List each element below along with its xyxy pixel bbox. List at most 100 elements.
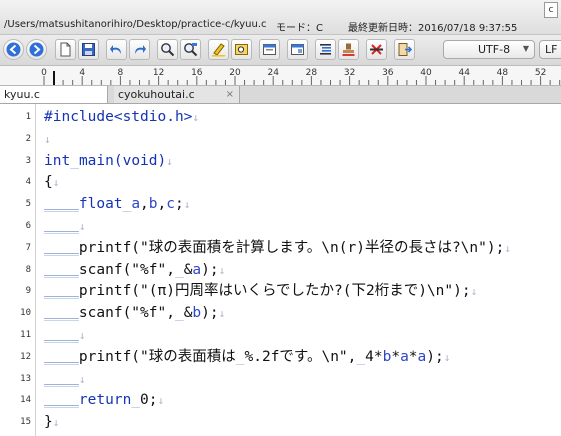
newline-mark: ↓ [218,263,226,277]
code-line[interactable]: ____↓ [44,215,86,237]
undo-button[interactable] [106,39,127,60]
newline-mark: ↓ [52,416,60,430]
tab-cyokuhoutai-c[interactable]: cyokuhoutai.c × [114,86,240,103]
line-number: 11 [20,330,31,340]
code-token: ); [201,261,219,278]
line-number: 2 [25,133,31,144]
code-line[interactable]: }↓ [44,411,59,433]
indent-mark: ____ [44,283,79,300]
code-line[interactable]: int_main(void)↓ [44,150,173,172]
code-editor[interactable]: #include<stdio.h>↓ ↓ int_main(void)↓ {↓ ____… [36,104,561,436]
line-number: 7 [25,242,31,253]
indent-mark: ____ [44,327,79,343]
code-token: return [78,392,132,409]
close-icon[interactable]: × [226,86,234,103]
code-token: { [44,174,53,191]
stamp-button[interactable] [338,39,359,60]
code-token: c [166,196,175,213]
code-token: b [148,196,158,213]
window-button[interactable] [287,39,308,60]
search-button[interactable] [157,39,178,60]
line-number: 3 [25,155,31,166]
code-token: _ [122,196,132,213]
replace-icon [184,43,198,57]
indent-icon [320,44,331,55]
ruler-label: 4 [79,68,85,78]
line-number: 1 [25,112,31,122]
exit-icon [398,43,412,56]
code-token: #include<stdio.h> [44,109,193,125]
code-token: * [408,348,418,365]
code-token: _ [174,261,184,278]
code-token: a [192,261,202,278]
ruler-label: 20 [229,68,241,78]
undo-icon [110,45,121,54]
title-bar: /Users/matsushitanorihiro/Desktop/practi… [0,0,561,35]
indent-button[interactable] [315,39,336,60]
newline-mark: ↓ [44,132,51,146]
highlight-button[interactable] [208,39,229,60]
replace-button[interactable] [180,39,201,60]
code-line[interactable]: #include<stdio.h>↓ [44,106,199,128]
code-token: _ [131,392,141,409]
code-line[interactable]: ____float_a,b,c;↓ [44,193,190,215]
back-button[interactable] [3,39,24,60]
newline-mark: ↓ [78,220,86,233]
code-line[interactable]: ____printf("球の表面積を計算します。\n(r)半径の長さは?\n")… [44,237,511,259]
exit-button[interactable] [394,39,415,60]
redo-button[interactable] [129,39,150,60]
newline-mark: ↓ [78,329,86,342]
line-ending-select[interactable]: LF [539,40,561,59]
code-token: b [192,305,202,322]
back-icon [6,42,21,57]
code-token: _ [174,305,184,322]
code-line[interactable]: ____scanf("%f",_&a);↓ [44,259,225,281]
code-line[interactable]: ____printf("(π)円周率はいくらでしたか?(下2桁まで)\n");↓ [44,280,477,302]
code-line[interactable]: {↓ [44,171,59,193]
mode-label: モード：C [276,23,323,34]
line-number: 10 [20,308,31,319]
indent-mark: ____ [44,305,79,322]
code-token: } [44,414,53,431]
newline-mark: ↓ [192,111,200,124]
ruler-label: 32 [344,68,355,78]
find-in-files-icon [235,44,248,55]
code-line[interactable]: ____↓ [44,324,86,346]
newline-mark: ↓ [52,176,60,190]
code-token: _ [70,152,79,169]
ruler-label: 44 [458,68,470,78]
code-token: * [391,348,401,365]
ruler-label: 52 [535,68,546,78]
highlight-icon [212,43,225,57]
line-number: 14 [20,395,31,406]
code-token: scanf("%f", [78,261,175,278]
forward-button[interactable] [26,39,47,60]
newline-mark: ↓ [183,198,191,212]
newline-mark: ↓ [443,350,451,364]
code-line[interactable]: ↓ [44,128,51,150]
indent-mark: ____ [44,239,79,256]
save-button[interactable] [78,39,99,60]
diff-button[interactable] [366,39,387,60]
open-file-button[interactable] [259,39,280,60]
encoding-select[interactable]: UTF-8 ▼ [443,40,535,59]
ruler-label: 36 [382,68,394,78]
find-in-files-button[interactable] [231,39,252,60]
code-line[interactable]: ____return_0;↓ [44,389,164,411]
last-updated-label: 最終更新日時：2016/07/18 9:37:55 [348,23,518,34]
newline-mark: ↓ [78,372,86,386]
code-token: , [140,196,149,213]
code-line[interactable]: ____↓ [44,368,86,390]
line-number: 8 [25,264,31,275]
ruler-label: 24 [267,68,279,78]
search-icon [161,43,175,57]
code-token: a [131,196,141,213]
document-type-icon[interactable]: c [544,2,558,18]
tab-kyuu-c[interactable]: kyuu.c [0,86,108,103]
new-document-button[interactable] [55,39,76,60]
tab-bar: kyuu.c cyokuhoutai.c × [0,86,561,104]
code-line[interactable]: ____scanf("%f",_&b);↓ [44,302,225,324]
code-line[interactable]: ____printf("球の表面積は_%.2fです。\n",_4*b*a*a);… [44,346,450,368]
indent-mark: ____ [44,370,79,387]
code-token: printf("球の表面積は [78,348,236,365]
